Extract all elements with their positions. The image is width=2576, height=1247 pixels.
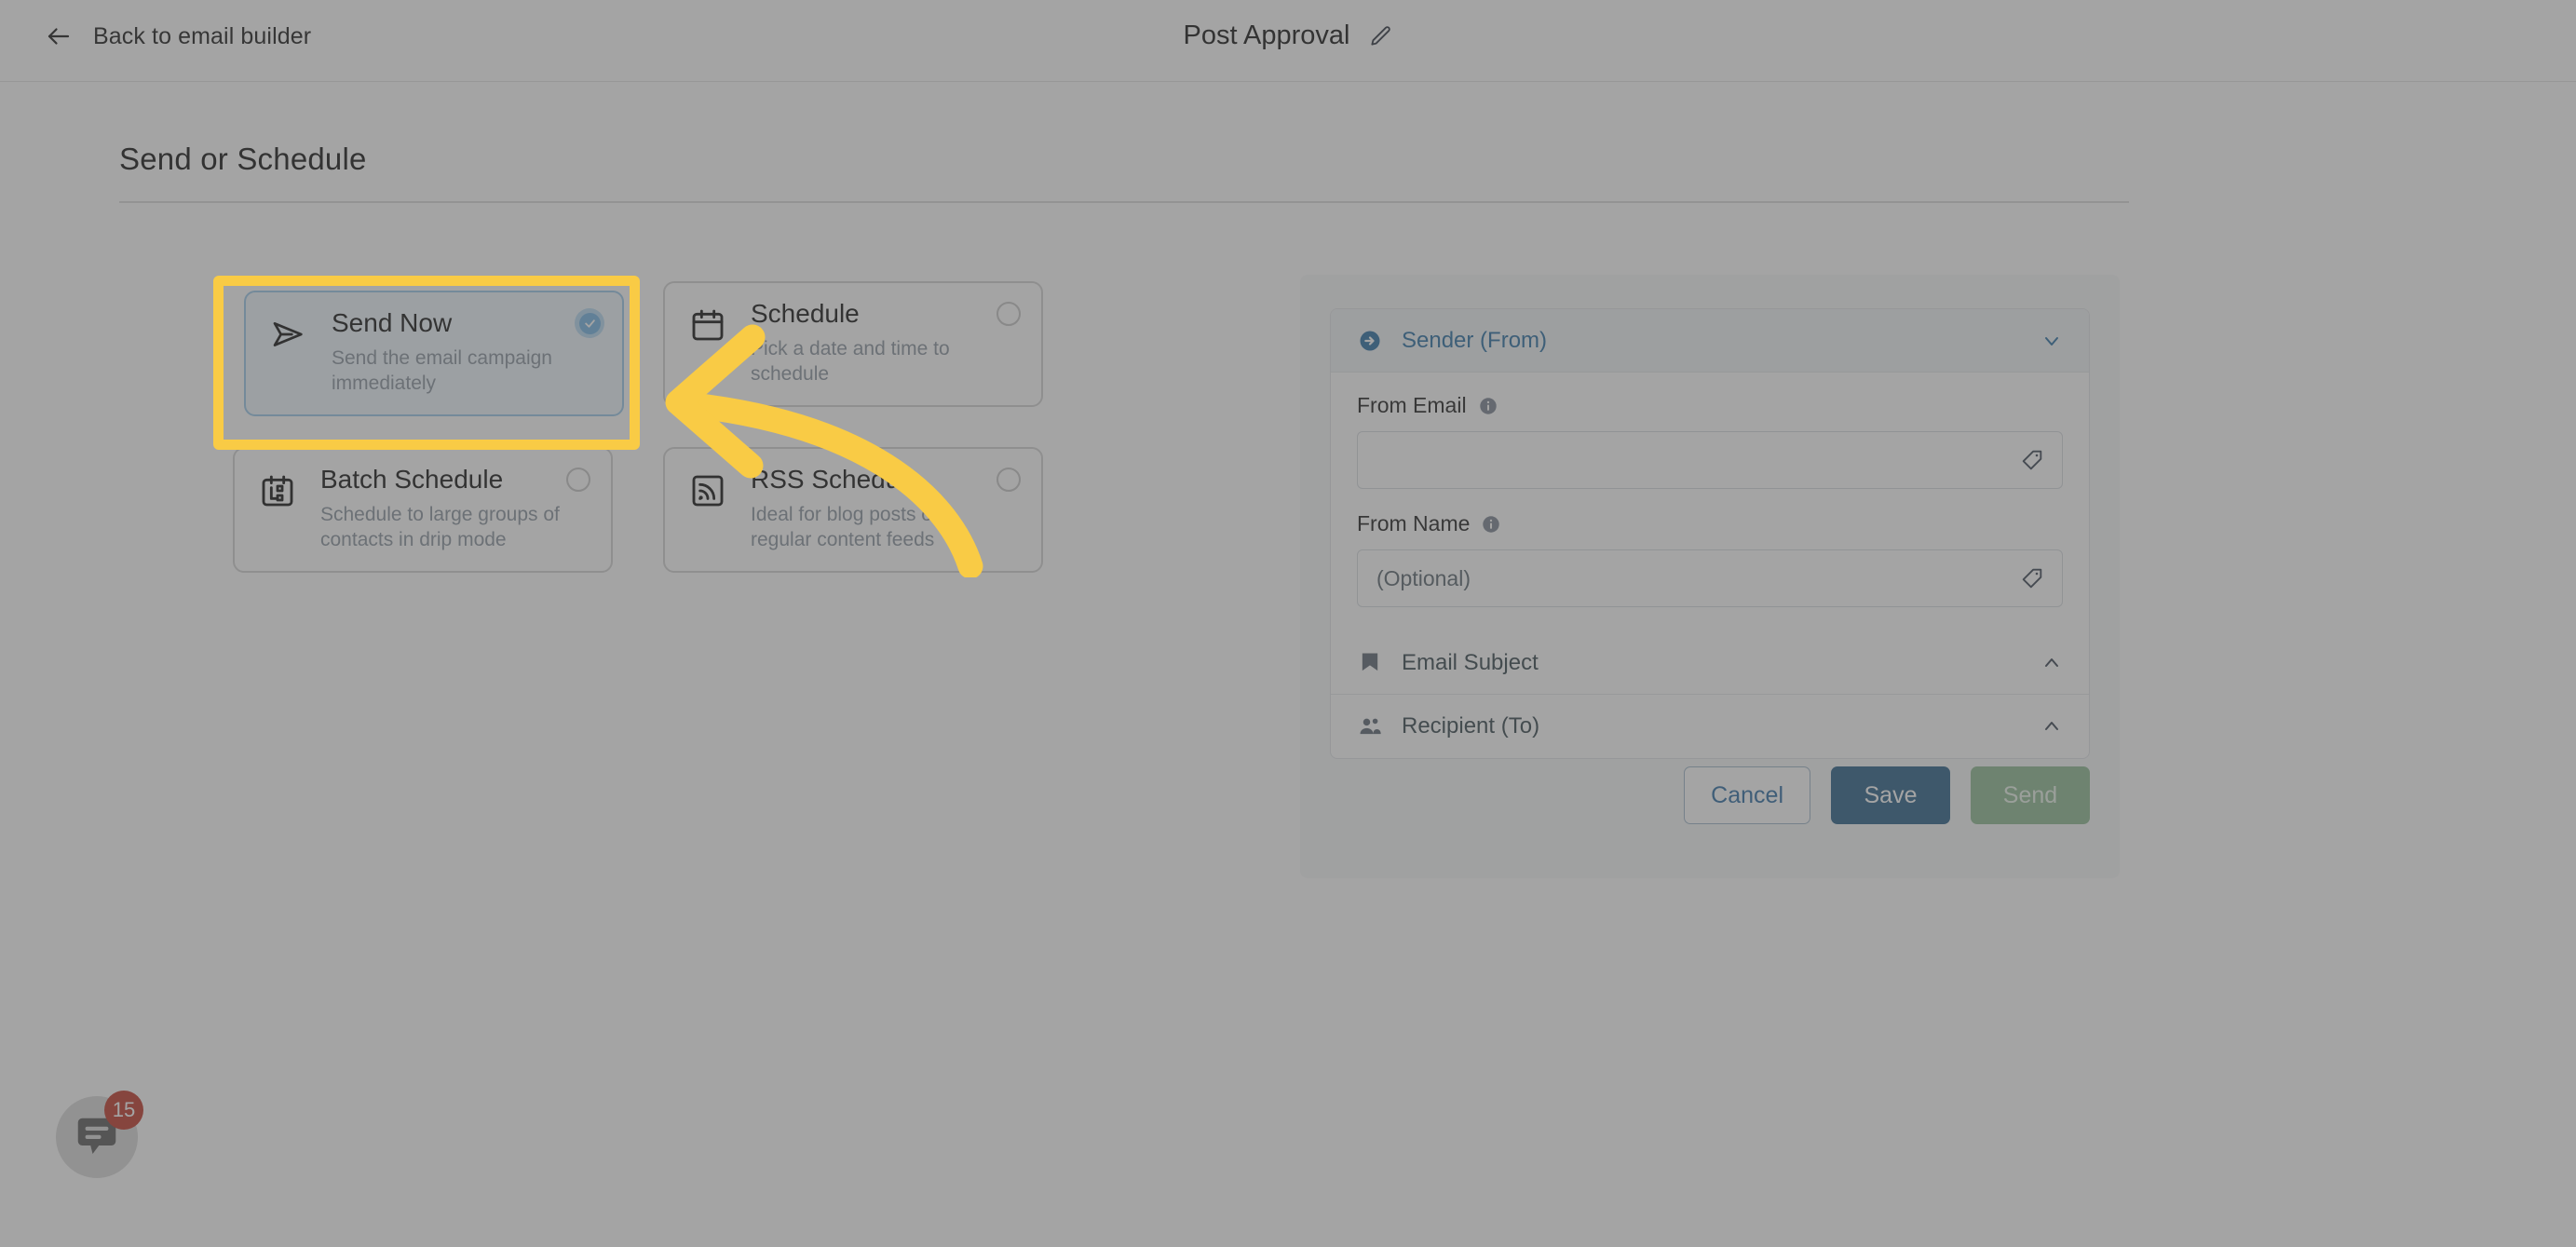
chevron-down-icon[interactable] — [2040, 330, 2063, 352]
pencil-icon[interactable] — [1368, 24, 1392, 48]
option-card-batch-schedule[interactable]: Batch Schedule Schedule to large groups … — [233, 447, 613, 573]
users-icon — [1357, 713, 1383, 739]
chat-widget-button[interactable]: 15 — [56, 1091, 143, 1178]
tag-icon[interactable] — [2019, 447, 2045, 473]
radio-button[interactable] — [566, 468, 590, 492]
bookmark-icon — [1357, 650, 1383, 676]
tag-icon[interactable] — [2019, 565, 2045, 591]
page-title: Post Approval — [1183, 20, 1350, 50]
option-title: RSS Schedule — [751, 465, 921, 494]
from-email-input[interactable] — [1357, 431, 2063, 489]
section-divider — [119, 201, 2129, 203]
cancel-button[interactable]: Cancel — [1684, 766, 1810, 824]
accordion-card: Sender (From) From Email From Name (Opti… — [1330, 308, 2090, 759]
option-description: Ideal for blog posts or regular content … — [751, 504, 939, 550]
send-button[interactable]: Send — [1971, 766, 2090, 824]
calendar-icon — [689, 306, 726, 344]
chevron-up-icon[interactable] — [2040, 652, 2063, 674]
check-circle-inner — [578, 312, 601, 334]
option-description: Schedule to large groups of contacts in … — [320, 504, 560, 550]
arrow-circle-right-icon — [1357, 328, 1383, 354]
from-name-label-row: From Name — [1357, 511, 2063, 536]
accordion-body-sender-from: From Email From Name (Optional) — [1331, 373, 2089, 631]
from-name-placeholder: (Optional) — [1376, 565, 1471, 590]
page-content: Send or Schedule Send Now Send the email… — [0, 83, 2576, 1247]
top-header-bar: Back to email builder Post Approval — [0, 0, 2576, 82]
radio-button[interactable] — [997, 468, 1021, 492]
option-title: Batch Schedule — [320, 465, 504, 494]
option-description: Send the email campaign immediately — [332, 347, 552, 394]
radio-button[interactable] — [997, 302, 1021, 326]
option-card-rss-schedule[interactable]: RSS Schedule Ideal for blog posts or reg… — [663, 447, 1043, 573]
option-description: Pick a date and time to schedule — [751, 338, 950, 385]
chevron-up-icon[interactable] — [2040, 715, 2063, 738]
sender-settings-panel: Sender (From) From Email From Name (Opti… — [1300, 275, 2120, 878]
accordion-label: Recipient (To) — [1402, 713, 1540, 739]
option-card-send-now[interactable]: Send Now Send the email campaign immedia… — [244, 291, 624, 416]
paper-plane-icon — [270, 316, 307, 353]
accordion-label: Sender (From) — [1402, 327, 1548, 353]
from-email-label-row: From Email — [1357, 393, 2063, 418]
accordion-header-recipient-to[interactable]: Recipient (To) — [1331, 695, 2089, 758]
rss-icon — [689, 472, 726, 509]
info-icon[interactable] — [1481, 514, 1501, 535]
option-title: Send Now — [332, 308, 453, 337]
from-name-input[interactable]: (Optional) — [1357, 549, 2063, 607]
save-button[interactable]: Save — [1831, 766, 1950, 824]
chat-unread-badge: 15 — [104, 1091, 143, 1130]
from-name-label: From Name — [1357, 511, 1471, 535]
accordion-header-email-subject[interactable]: Email Subject — [1331, 631, 2089, 695]
option-title: Schedule — [751, 299, 860, 328]
app-root: Back to email builder Post Approval Send… — [0, 0, 2576, 1247]
option-card-schedule[interactable]: Schedule Pick a date and time to schedul… — [663, 281, 1043, 407]
info-icon[interactable] — [1478, 396, 1498, 416]
accordion-header-sender-from[interactable]: Sender (From) — [1331, 309, 2089, 373]
panel-action-buttons: Cancel Save Send — [1684, 766, 2090, 824]
calendar-batch-icon — [259, 472, 296, 509]
campaign-title-group: Post Approval — [0, 20, 2576, 51]
from-email-label: From Email — [1357, 393, 1467, 417]
check-circle-icon[interactable] — [575, 308, 604, 338]
accordion-label: Email Subject — [1402, 649, 1539, 675]
section-title: Send or Schedule — [119, 142, 367, 176]
